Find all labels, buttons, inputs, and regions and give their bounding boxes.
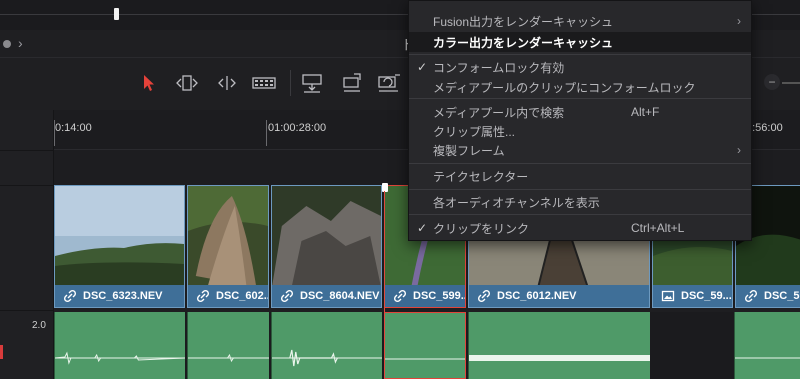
checkmark-icon: ✓ bbox=[417, 221, 428, 235]
clip-name: DSC_596 bbox=[764, 290, 800, 302]
replace-clip-icon[interactable] bbox=[376, 72, 402, 94]
menu-item-shortcut: Ctrl+Alt+L bbox=[631, 221, 685, 235]
menu-item-label: クリップ属性... bbox=[433, 124, 516, 139]
clip-name: DSC_8604.NEV bbox=[300, 290, 380, 302]
header-divider bbox=[0, 310, 54, 311]
menu-item-label: メディアプールのクリップにコンフォームロック bbox=[433, 80, 696, 95]
menu-item-duplicate-frames[interactable]: 複製フレーム › bbox=[409, 140, 751, 160]
insert-clip-icon[interactable] bbox=[300, 72, 324, 94]
chevron-right-icon[interactable]: › bbox=[18, 35, 23, 51]
link-icon bbox=[196, 289, 210, 303]
clip-label: DSC_8604.NEV bbox=[272, 285, 381, 307]
scrub-handle[interactable] bbox=[114, 8, 119, 20]
menu-item-label: テイクセレクター bbox=[433, 169, 529, 184]
clip-name: DSC_602... bbox=[216, 290, 269, 302]
menu-item-clip-attributes[interactable]: クリップ属性... bbox=[409, 121, 751, 141]
menu-item-label: 各オーディオチャンネルを表示 bbox=[433, 195, 600, 210]
context-menu: Fusion出力をレンダーキャッシュ › カラー出力をレンダーキャッシュ ✓ コ… bbox=[408, 0, 752, 241]
audio-waveform bbox=[385, 358, 465, 360]
link-icon bbox=[744, 289, 758, 303]
chevron-right-icon: › bbox=[737, 143, 741, 157]
clip-name: DSC_6323.NEV bbox=[83, 290, 163, 302]
audio-clip[interactable] bbox=[468, 312, 650, 379]
audio-waveform bbox=[272, 349, 382, 367]
ruler-mark bbox=[266, 120, 267, 146]
clip-label: DSC_6012.NEV bbox=[469, 285, 649, 307]
video-clip[interactable]: DSC_8604.NEV bbox=[271, 185, 382, 308]
audio-waveform bbox=[735, 357, 800, 359]
link-icon bbox=[477, 289, 491, 303]
status-dot-icon bbox=[3, 40, 11, 48]
clip-label: DSC_602... bbox=[188, 285, 268, 307]
audio-clip[interactable] bbox=[54, 312, 185, 379]
ruler-timecode: 01:00:28:00 bbox=[268, 122, 327, 134]
video-clip[interactable]: DSC_602... bbox=[187, 185, 269, 308]
clip-name: DSC_59... bbox=[681, 290, 732, 302]
clip-label: DSC_596 bbox=[736, 285, 800, 307]
clip-name: DSC_599... bbox=[413, 290, 466, 302]
record-indicator bbox=[0, 345, 3, 359]
dynamic-trim-icon[interactable] bbox=[214, 72, 240, 94]
clip-label: DSC_599... bbox=[385, 285, 465, 307]
track-header-column: 2.0 bbox=[0, 110, 54, 379]
header-divider bbox=[0, 185, 54, 186]
menu-separator bbox=[409, 98, 751, 99]
clip-thumbnail bbox=[188, 186, 268, 287]
blade-icon[interactable] bbox=[252, 72, 276, 94]
menu-item-color-render-cache[interactable]: カラー出力をレンダーキャッシュ bbox=[409, 32, 751, 52]
zoom-out-button[interactable]: − bbox=[764, 74, 780, 90]
ruler-timecode: 0:14:00 bbox=[55, 122, 92, 134]
link-icon bbox=[280, 289, 294, 303]
menu-separator bbox=[409, 163, 751, 164]
menu-item-label: コンフォームロック有効 bbox=[433, 60, 565, 75]
menu-separator bbox=[409, 214, 751, 215]
audio-waveform bbox=[469, 355, 650, 361]
clip-label: DSC_59... bbox=[653, 285, 732, 307]
chevron-right-icon: › bbox=[737, 14, 741, 28]
menu-item-find-in-media-pool[interactable]: メディアプール内で検索 Alt+F bbox=[409, 102, 751, 122]
menu-item-link-clips[interactable]: ✓ クリップをリンク Ctrl+Alt+L bbox=[409, 218, 751, 238]
audio-clip-selected[interactable] bbox=[384, 312, 466, 379]
audio-level-readout: 2.0 bbox=[32, 320, 46, 331]
menu-item-shortcut: Alt+F bbox=[631, 105, 660, 119]
image-icon bbox=[661, 290, 675, 302]
audio-clip[interactable] bbox=[734, 312, 800, 379]
clip-name: DSC_6012.NEV bbox=[497, 290, 577, 302]
menu-item-fusion-render-cache[interactable]: Fusion出力をレンダーキャッシュ › bbox=[409, 11, 751, 31]
clip-thumbnail bbox=[55, 186, 184, 287]
toolbar-divider bbox=[290, 70, 291, 96]
link-icon bbox=[393, 289, 407, 303]
clip-label: DSC_6323.NEV bbox=[55, 285, 184, 307]
timeline-window: › ト − 2.0 0 bbox=[0, 0, 800, 379]
audio-clip[interactable] bbox=[271, 312, 382, 379]
video-clip[interactable]: DSC_6323.NEV bbox=[54, 185, 185, 308]
audio-waveform bbox=[188, 353, 269, 363]
menu-item-label: 複製フレーム bbox=[433, 143, 505, 158]
menu-item-label: カラー出力をレンダーキャッシュ bbox=[433, 35, 614, 50]
clip-thumbnail bbox=[272, 186, 381, 287]
trim-edit-icon[interactable] bbox=[174, 72, 200, 94]
menu-item-conform-lock[interactable]: ✓ コンフォームロック有効 bbox=[409, 57, 751, 77]
link-icon bbox=[63, 289, 77, 303]
menu-item-label: Fusion出力をレンダーキャッシュ bbox=[433, 14, 614, 29]
audio-track bbox=[54, 312, 800, 379]
menu-item-show-audio-channels[interactable]: 各オーディオチャンネルを表示 bbox=[409, 192, 751, 212]
audio-clip[interactable] bbox=[187, 312, 269, 379]
overwrite-clip-icon[interactable] bbox=[340, 72, 364, 94]
selection-arrow-icon[interactable] bbox=[140, 72, 158, 94]
audio-waveform bbox=[55, 351, 185, 365]
checkmark-icon: ✓ bbox=[417, 60, 428, 74]
menu-separator bbox=[409, 54, 751, 55]
menu-item-take-selector[interactable]: テイクセレクター bbox=[409, 166, 751, 186]
menu-item-conform-lock-media-pool[interactable]: メディアプールのクリップにコンフォームロック bbox=[409, 77, 751, 97]
menu-separator bbox=[409, 189, 751, 190]
menu-item-label: クリップをリンク bbox=[433, 221, 530, 236]
menu-item-label: メディアプール内で検索 bbox=[433, 105, 565, 120]
header-divider bbox=[0, 150, 54, 151]
zoom-slider[interactable] bbox=[782, 82, 800, 84]
